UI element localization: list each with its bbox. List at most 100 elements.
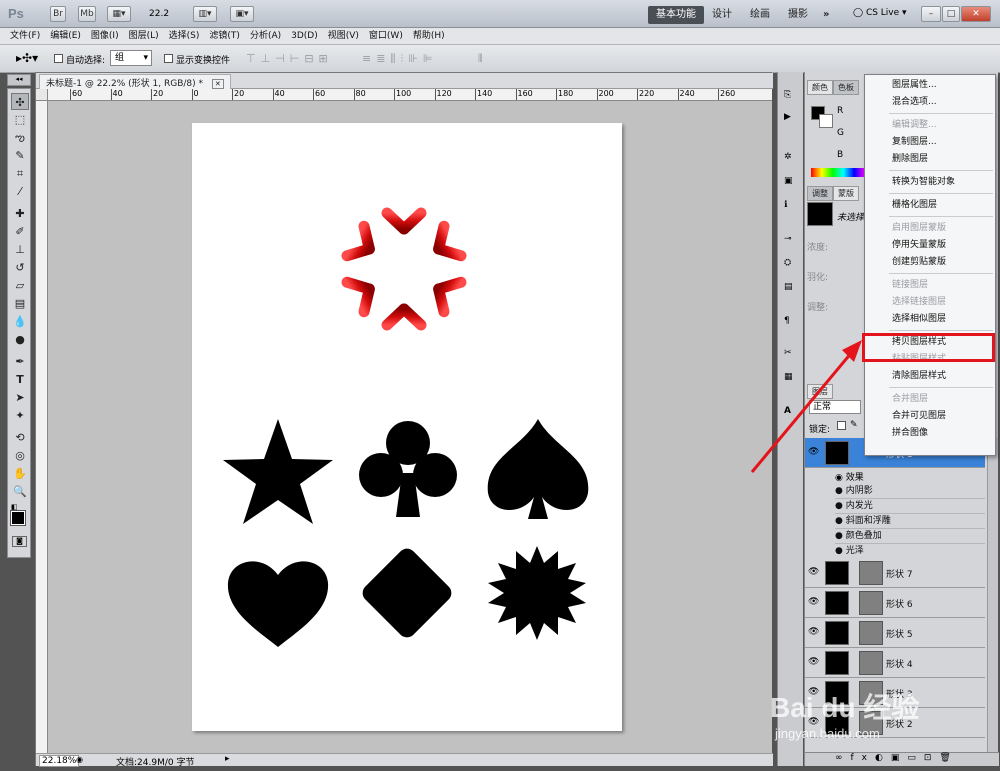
vertical-ruler[interactable] (36, 101, 48, 755)
layer-row[interactable]: 👁 形状 7 (805, 558, 985, 588)
context-menu-item[interactable]: 图层属性... (866, 77, 994, 94)
context-menu-item[interactable]: 复制图层... (866, 134, 994, 151)
maximize-button[interactable]: □ (942, 6, 960, 22)
show-transform-checkbox[interactable] (164, 54, 173, 63)
status-menu-arrow[interactable]: ▸ (225, 754, 230, 764)
auto-align-button[interactable]: ⫴ (478, 52, 483, 66)
effect-row[interactable]: ● 光泽 (835, 544, 985, 559)
hand-tool-icon[interactable]: ✋ (11, 465, 29, 482)
history-panel-icon[interactable]: ⎘ (784, 90, 791, 100)
layer-row[interactable]: 👁 形状 5 (805, 618, 985, 648)
ruler-origin[interactable] (36, 89, 48, 101)
effect-row[interactable]: ● 颜色叠加 (835, 529, 985, 544)
effect-row[interactable]: ● 斜面和浮雕 (835, 514, 985, 529)
menu-edit[interactable]: 编辑(E) (45, 28, 86, 44)
minibridge-button[interactable]: Mb (78, 6, 96, 22)
measurement-panel-icon[interactable]: ▤ (784, 282, 793, 292)
quick-select-tool-icon[interactable]: ✎ (11, 147, 29, 164)
context-menu-item[interactable]: 创建剪贴蒙版 (866, 254, 994, 271)
lasso-tool-icon[interactable]: ఌ (11, 129, 29, 146)
cs-live-button[interactable]: ◯ CS Live ▾ (853, 8, 907, 18)
eraser-tool-icon[interactable]: ▱ (11, 277, 29, 294)
clone-source-panel-icon[interactable]: ▣ (784, 176, 793, 186)
menu-filter[interactable]: 滤镜(T) (204, 28, 245, 44)
default-colors-icon[interactable]: ◧ (11, 503, 18, 511)
info-panel-icon[interactable]: ℹ (784, 200, 787, 210)
3d-orbit-tool-icon[interactable]: ◎ (11, 447, 29, 464)
screen-mode-button[interactable]: ▣▾ (230, 6, 254, 22)
menu-window[interactable]: 窗口(W) (364, 28, 408, 44)
shape-tool-icon[interactable]: ✦ (11, 407, 29, 424)
3d-rotate-tool-icon[interactable]: ⟲ (11, 429, 29, 446)
gradient-tool-icon[interactable]: ▤ (11, 295, 29, 312)
adjustments-panel-tab[interactable]: 调整 (807, 186, 833, 201)
crop-tool-icon[interactable]: ⌗ (11, 165, 29, 182)
bridge-button[interactable]: Br (50, 6, 66, 22)
align-buttons-group[interactable]: ⊤⊥⊣⊢⊟⊞ (246, 52, 333, 65)
quick-mask-icon[interactable]: ◙ (12, 536, 27, 547)
brush-tool-icon[interactable]: ✐ (11, 223, 29, 240)
zoom-level-field[interactable]: 22.18% (39, 755, 80, 767)
context-menu-item[interactable]: 栅格化图层 (866, 197, 994, 214)
blur-tool-icon[interactable]: 💧 (11, 313, 29, 330)
zoom-select[interactable]: 22.2 (149, 9, 169, 19)
actions-panel-icon[interactable]: ▶ (784, 112, 791, 122)
clone-stamp-tool-icon[interactable]: ⊥ (11, 241, 29, 258)
context-menu-item[interactable]: 停用矢量蒙版 (866, 237, 994, 254)
canvas-area[interactable] (48, 101, 772, 754)
healing-brush-tool-icon[interactable]: ✚ (11, 205, 29, 222)
layer-row[interactable]: 👁 形状 4 (805, 648, 985, 678)
close-button[interactable]: ✕ (961, 6, 991, 22)
auto-select-dropdown[interactable]: 组 ▾ (110, 50, 152, 66)
color-ramp[interactable] (811, 168, 865, 177)
menu-select[interactable]: 选择(S) (164, 28, 205, 44)
document-canvas[interactable] (192, 123, 622, 731)
workspace-photography[interactable]: 摄影 (780, 6, 816, 24)
masks-panel-tab[interactable]: 蒙版 (833, 186, 859, 201)
layers-footer-buttons[interactable]: ∞fx◐▣▭⊡🗑 (805, 752, 999, 766)
dodge-tool-icon[interactable]: ● (11, 331, 29, 348)
workspace-painting[interactable]: 绘画 (742, 6, 778, 24)
path-select-tool-icon[interactable]: ➤ (11, 389, 29, 406)
context-menu-item[interactable]: 拼合图像 (866, 425, 994, 442)
paragraph-panel-icon[interactable]: ¶ (784, 316, 790, 326)
menu-layer[interactable]: 图层(L) (124, 28, 164, 44)
swatches-panel-tab[interactable]: 色板 (833, 80, 859, 95)
color-background[interactable] (819, 114, 833, 128)
effect-row[interactable]: ● 内阴影 (835, 484, 985, 499)
3d-panel-icon[interactable]: ⛭ (784, 258, 791, 268)
menu-help[interactable]: 帮助(H) (408, 28, 450, 44)
context-menu-item[interactable]: 选择相似图层 (866, 311, 994, 328)
more-workspaces-button[interactable]: » (815, 6, 837, 24)
workspace-design[interactable]: 设计 (704, 6, 740, 24)
zoom-tool-icon[interactable]: 🔍 (11, 483, 29, 500)
pen-tool-icon[interactable]: ✒ (11, 353, 29, 370)
mask-thumbnail[interactable] (807, 202, 833, 226)
horizontal-ruler[interactable]: 60 40 20 0 20 40 60 80 100 120 140 160 180 200 220 240 2… (48, 89, 772, 101)
menu-file[interactable]: 文件(F) (5, 28, 45, 44)
arrange-docs-button[interactable]: ▥▾ (193, 6, 217, 22)
minimize-button[interactable]: – (921, 6, 941, 22)
workspace-essentials[interactable]: 基本功能 (648, 6, 704, 24)
context-menu-item[interactable]: 合并可见图层 (866, 408, 994, 425)
view-extras-button[interactable]: ▦▾ (107, 6, 131, 22)
context-menu-item[interactable]: 清除图层样式 (866, 368, 994, 385)
effect-row[interactable]: ● 内发光 (835, 499, 985, 514)
visibility-eye-icon[interactable]: 👁 (808, 657, 819, 667)
menu-3d[interactable]: 3D(D) (286, 28, 323, 44)
tool-presets-icon[interactable]: ⊸ (784, 234, 792, 244)
color-panel-tab[interactable]: 颜色 (807, 80, 833, 95)
move-tool-preset-icon[interactable]: ▸✣▾ (16, 51, 38, 65)
context-menu-item[interactable]: 删除图层 (866, 151, 994, 168)
menu-image[interactable]: 图像(I) (86, 28, 124, 44)
menu-analysis[interactable]: 分析(A) (245, 28, 286, 44)
visibility-eye-icon[interactable]: 👁 (808, 597, 819, 607)
visibility-eye-icon[interactable]: 👁 (808, 567, 819, 577)
eyedropper-tool-icon[interactable]: ⁄ (11, 183, 29, 200)
history-brush-tool-icon[interactable]: ↺ (11, 259, 29, 276)
marquee-tool-icon[interactable]: ⬚ (11, 111, 29, 128)
context-menu-item[interactable]: 转换为智能对象 (866, 174, 994, 191)
auto-select-checkbox[interactable] (54, 54, 63, 63)
brushes-panel-icon[interactable]: ✲ (784, 152, 792, 162)
visibility-eye-icon[interactable]: 👁 (808, 627, 819, 637)
